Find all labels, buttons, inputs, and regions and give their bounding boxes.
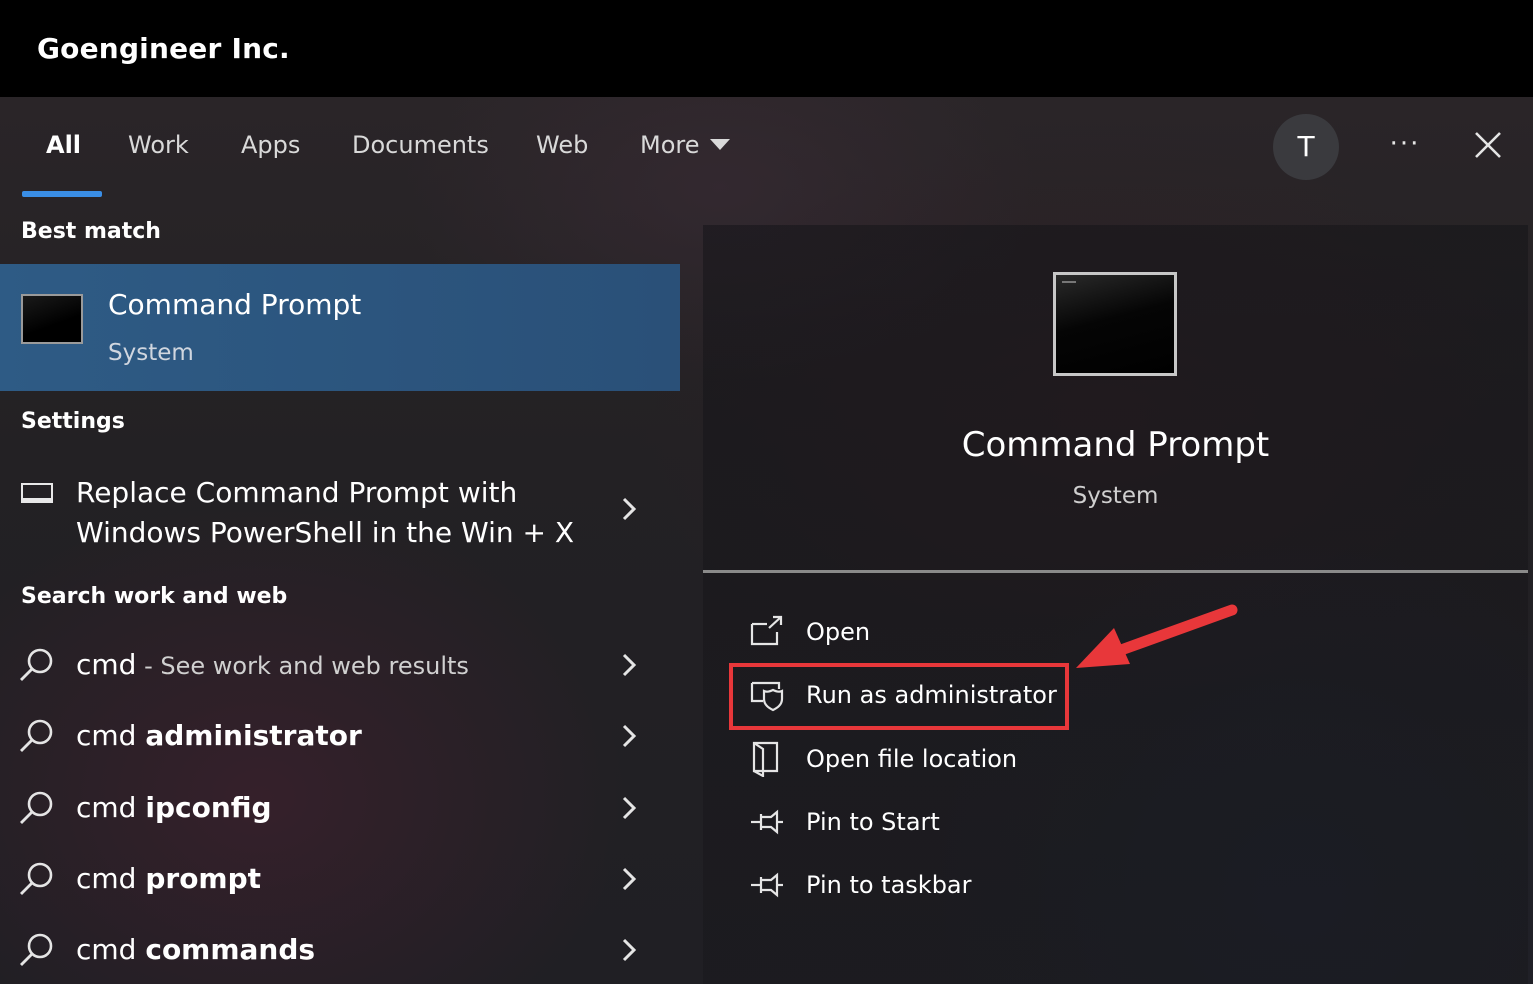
file-location-icon <box>752 741 779 777</box>
tab-apps[interactable]: Apps <box>241 131 300 159</box>
settings-item-text: Replace Command Prompt with Windows Powe… <box>76 476 575 549</box>
search-icon <box>20 791 53 824</box>
section-best-match: Best match <box>21 219 161 244</box>
tab-more-label: More <box>640 131 700 159</box>
best-match-subtitle: System <box>108 340 194 366</box>
section-settings: Settings <box>21 409 125 434</box>
search-icon <box>20 862 53 895</box>
title-bar: Goengineer Inc. <box>0 0 1533 97</box>
action-pin-to-taskbar[interactable]: Pin to taskbar <box>749 861 1249 911</box>
action-label: Pin to taskbar <box>806 871 972 899</box>
search-icon <box>20 933 53 966</box>
chevron-right-icon <box>622 724 637 748</box>
search-suggestion-text: cmd ipconfig <box>76 791 272 824</box>
tab-bar: All Work Apps Documents Web More T ··· <box>0 97 1533 199</box>
best-match-item[interactable]: Command Prompt System <box>0 264 680 391</box>
search-icon <box>20 648 53 681</box>
search-icon <box>20 719 53 752</box>
action-label: Open <box>806 618 871 646</box>
tab-more[interactable]: More <box>640 131 730 159</box>
pin-icon <box>751 872 783 898</box>
action-open-file-location[interactable]: Open file location <box>749 735 1249 785</box>
more-options-icon[interactable]: ··· <box>1380 119 1430 169</box>
active-tab-indicator <box>22 191 102 197</box>
search-suggestion[interactable]: cmd commands <box>0 921 680 981</box>
detail-subtitle: System <box>1072 483 1159 509</box>
open-icon <box>750 615 783 646</box>
annotation-highlight-box <box>729 663 1069 730</box>
command-prompt-icon <box>1053 272 1177 376</box>
settings-item[interactable]: Replace Command Prompt with Windows Powe… <box>0 469 680 559</box>
chevron-right-icon <box>622 653 637 677</box>
detail-title: Command Prompt <box>961 425 1270 465</box>
search-suggestion[interactable]: cmd ipconfig <box>0 779 680 839</box>
search-suggestion[interactable]: cmd prompt <box>0 850 680 910</box>
search-suggestion[interactable]: cmd administrator <box>0 707 680 767</box>
chevron-right-icon <box>622 867 637 891</box>
tab-documents[interactable]: Documents <box>352 131 489 159</box>
action-pin-to-start[interactable]: Pin to Start <box>749 798 1249 848</box>
chevron-right-icon <box>622 938 637 962</box>
section-search-work-web: Search work and web <box>21 584 288 609</box>
search-suggestion-text: cmd administrator <box>76 719 362 752</box>
results-list: Best match Command Prompt System Setting… <box>0 199 680 984</box>
pin-icon <box>751 809 783 835</box>
chevron-right-icon <box>622 497 637 521</box>
search-suggestion-text: cmd prompt <box>76 862 262 895</box>
tab-all[interactable]: All <box>46 131 81 159</box>
tab-web[interactable]: Web <box>536 131 588 159</box>
app-title: Goengineer Inc. <box>37 32 290 65</box>
search-suggestion-text: cmd commands <box>76 933 316 966</box>
best-match-title: Command Prompt <box>108 288 362 321</box>
action-label: Pin to Start <box>806 808 940 836</box>
chevron-right-icon <box>622 796 637 820</box>
caret-down-icon <box>709 138 730 150</box>
close-icon[interactable] <box>1470 127 1506 163</box>
action-label: Open file location <box>806 745 1018 773</box>
annotation-arrow-icon <box>1076 604 1238 668</box>
user-avatar[interactable]: T <box>1273 114 1339 180</box>
search-suggestion-text: cmd - See work and web results <box>76 648 469 681</box>
search-suggestion[interactable]: cmd - See work and web results <box>0 636 680 696</box>
keyboard-icon <box>21 483 53 503</box>
search-window: All Work Apps Documents Web More T ··· B… <box>0 97 1533 984</box>
tab-work[interactable]: Work <box>128 131 189 159</box>
command-prompt-icon <box>21 294 83 344</box>
divider <box>703 570 1528 573</box>
